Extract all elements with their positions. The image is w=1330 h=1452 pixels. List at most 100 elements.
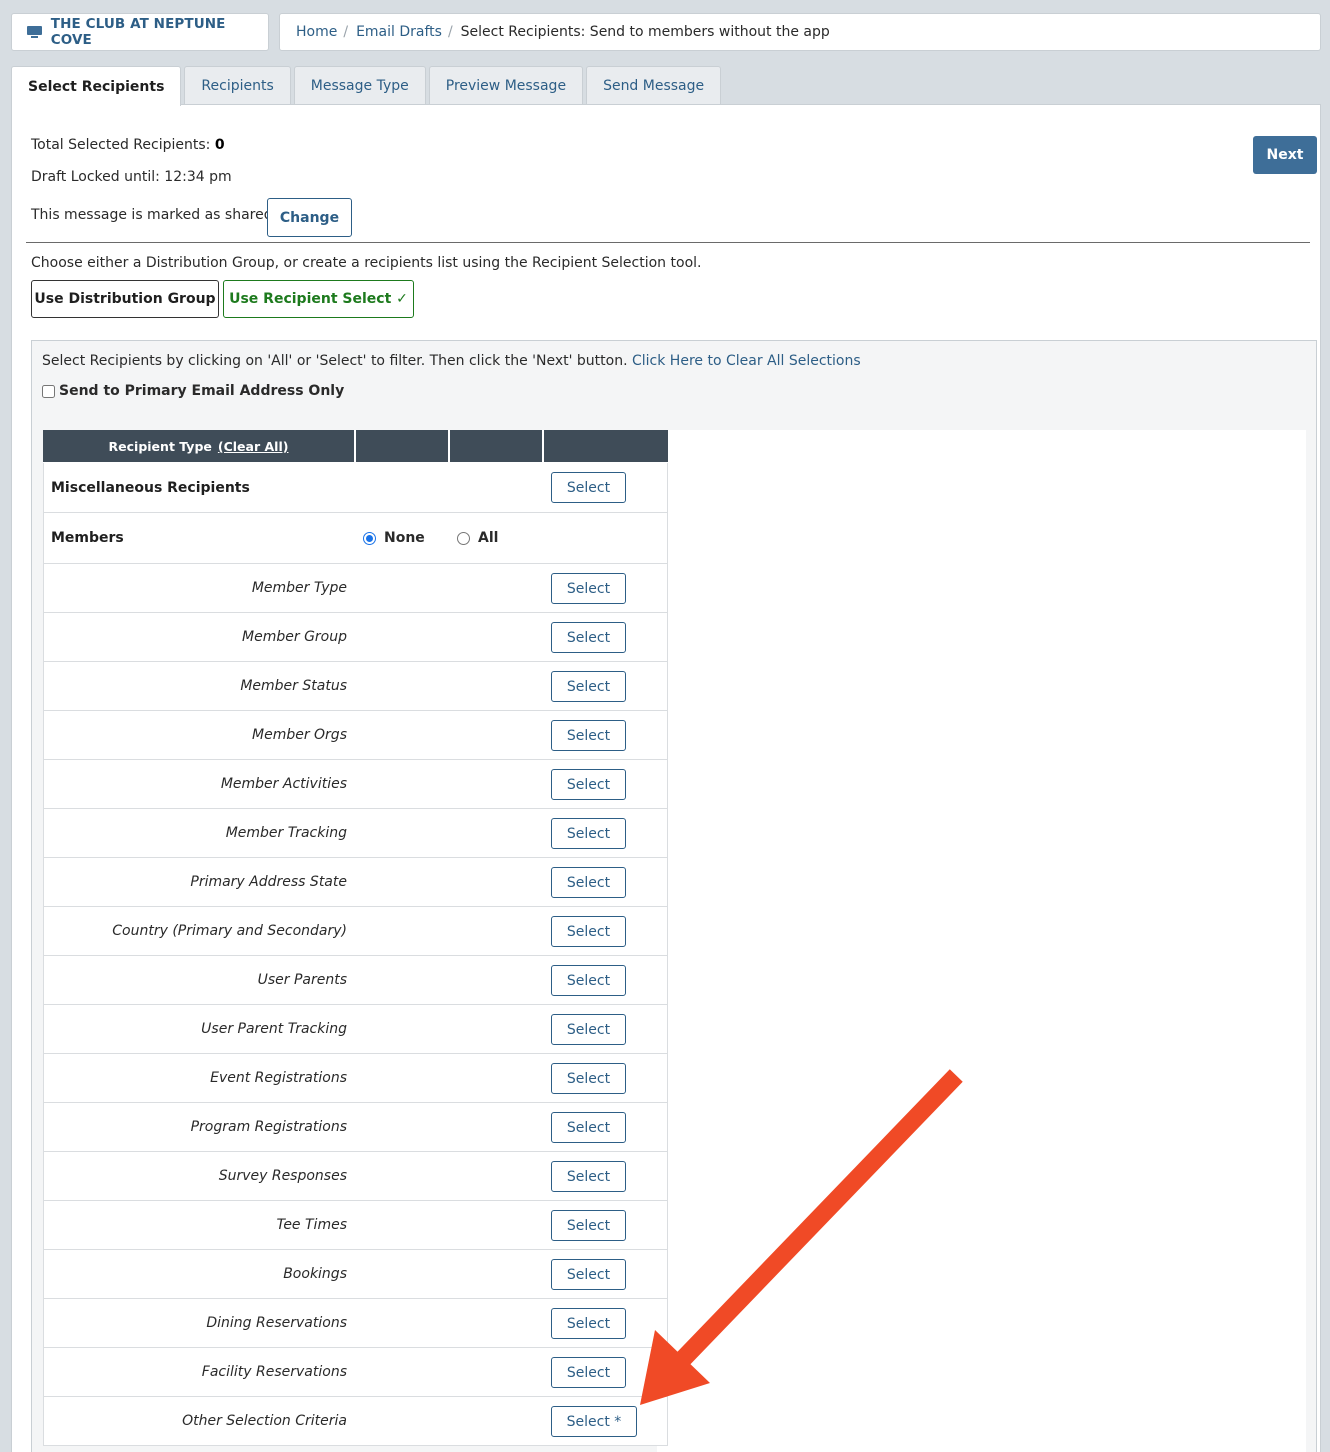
breadcrumb-separator: / xyxy=(343,24,349,40)
members-radio-none[interactable]: None xyxy=(363,513,425,563)
criteria-label: Other Selection Criteria xyxy=(182,1413,347,1429)
criteria-label: User Parents xyxy=(257,972,347,988)
use-recipient-select-button[interactable]: Use Recipient Select ✓ xyxy=(223,280,414,318)
criteria-label: Survey Responses xyxy=(218,1168,347,1184)
breadcrumb: Home / Email Drafts / Select Recipients:… xyxy=(279,13,1321,51)
criteria-label: Program Registrations xyxy=(190,1119,347,1135)
criteria-label: User Parent Tracking xyxy=(201,1021,347,1037)
table-row: Primary Address State Select xyxy=(43,858,668,907)
header-col xyxy=(356,430,450,463)
criteria-select-button[interactable]: Select xyxy=(551,1308,626,1339)
criteria-select-button[interactable]: Select xyxy=(551,1014,626,1045)
header-clear-all-link[interactable]: (Clear All) xyxy=(218,439,289,454)
table-row: Member Orgs Select xyxy=(43,711,668,760)
criteria-label: Tee Times xyxy=(276,1217,348,1233)
table-row: Country (Primary and Secondary) Select xyxy=(43,907,668,956)
criteria-label: Primary Address State xyxy=(190,874,347,890)
radio-icon xyxy=(457,531,470,545)
total-value: 0 xyxy=(214,137,225,153)
monitor-icon xyxy=(27,26,42,38)
table-row: Facility Reservations Select xyxy=(43,1348,668,1397)
table-row: Survey Responses Select xyxy=(43,1152,668,1201)
criteria-select-button[interactable]: Select xyxy=(551,916,626,947)
table-row-misc: Miscellaneous Recipients Select xyxy=(43,463,668,513)
primary-email-checkbox[interactable] xyxy=(42,384,55,398)
tab-message-type[interactable]: Message Type xyxy=(293,66,426,104)
selection-instructions: Select Recipients by clicking on 'All' o… xyxy=(42,353,861,369)
criteria-select-button[interactable]: Select xyxy=(551,1063,626,1094)
brand-link[interactable]: THE CLUB AT NEPTUNE COVE xyxy=(11,13,269,51)
criteria-select-button[interactable]: Select xyxy=(551,1357,626,1388)
misc-recipients-select-button[interactable]: Select xyxy=(551,472,626,503)
table-row: User Parent Tracking Select xyxy=(43,1005,668,1054)
breadcrumb-current: Select Recipients: Send to members witho… xyxy=(460,24,830,40)
other-criteria-select-button[interactable]: Select * xyxy=(551,1406,637,1437)
header-col xyxy=(544,430,668,463)
radio-all-label: All xyxy=(478,530,499,546)
total-recipients: Total Selected Recipients: 0 xyxy=(31,137,225,153)
criteria-label: Event Registrations xyxy=(210,1070,347,1086)
criteria-select-button[interactable]: Select xyxy=(551,867,626,898)
criteria-label: Country (Primary and Secondary) xyxy=(112,923,347,939)
criteria-label: Member Tracking xyxy=(225,825,347,841)
criteria-select-button[interactable]: Select xyxy=(551,622,626,653)
criteria-label: Dining Reservations xyxy=(206,1315,347,1331)
criteria-label: Member Type xyxy=(251,580,347,596)
header-title: Recipient Type xyxy=(108,439,212,454)
use-distribution-group-button[interactable]: Use Distribution Group xyxy=(31,280,219,318)
tab-preview-message[interactable]: Preview Message xyxy=(428,66,584,104)
primary-email-label: Send to Primary Email Address Only xyxy=(59,383,345,399)
table-row: Program Registrations Select xyxy=(43,1103,668,1152)
table-row: Member Type Select xyxy=(43,564,668,613)
change-button[interactable]: Change xyxy=(267,198,352,237)
criteria-select-button[interactable]: Select xyxy=(551,573,626,604)
table-row: Bookings Select xyxy=(43,1250,668,1299)
table-row: Member Group Select xyxy=(43,613,668,662)
tab-send-message[interactable]: Send Message xyxy=(586,66,722,104)
criteria-select-button[interactable]: Select xyxy=(551,965,626,996)
table-row: Other Selection Criteria Select * xyxy=(43,1397,668,1446)
tab-select-recipients[interactable]: Select Recipients xyxy=(11,66,182,106)
brand-name: THE CLUB AT NEPTUNE COVE xyxy=(50,16,226,48)
header-recipient-type: Recipient Type (Clear All) xyxy=(43,430,356,463)
table-row: Dining Reservations Select xyxy=(43,1299,668,1348)
choose-text: Choose either a Distribution Group, or c… xyxy=(31,255,702,271)
table-header: Recipient Type (Clear All) xyxy=(43,430,668,463)
criteria-label: Facility Reservations xyxy=(201,1364,347,1380)
tab-recipients[interactable]: Recipients xyxy=(184,66,291,104)
criteria-select-button[interactable]: Select xyxy=(551,769,626,800)
top-bar: THE CLUB AT NEPTUNE COVE Home / Email Dr… xyxy=(11,13,1321,51)
table-row: Event Registrations Select xyxy=(43,1054,668,1103)
table-row: Tee Times Select xyxy=(43,1201,668,1250)
members-radio-all[interactable]: All xyxy=(457,513,498,563)
criteria-select-button[interactable]: Select xyxy=(551,1259,626,1290)
table-row: Member Status Select xyxy=(43,662,668,711)
breadcrumb-separator: / xyxy=(447,24,453,40)
table-row-members: Members None All xyxy=(43,513,668,564)
criteria-select-button[interactable]: Select xyxy=(551,1112,626,1143)
table-row: User Parents Select xyxy=(43,956,668,1005)
breadcrumb-email-drafts[interactable]: Email Drafts xyxy=(356,24,442,40)
criteria-select-button[interactable]: Select xyxy=(551,818,626,849)
tab-bar: Select Recipients Recipients Message Typ… xyxy=(11,66,724,106)
shared-text: This message is marked as shared. xyxy=(31,207,278,223)
divider xyxy=(26,242,1310,243)
misc-recipients-label: Miscellaneous Recipients xyxy=(51,479,250,496)
criteria-label: Bookings xyxy=(283,1266,347,1282)
draft-locked-text: Draft Locked until: 12:34 pm xyxy=(31,169,232,185)
criteria-select-button[interactable]: Select xyxy=(551,1161,626,1192)
criteria-rows: Member Type Select Member Group Select Membe… xyxy=(43,564,668,1446)
recipient-selection-box: Select Recipients by clicking on 'All' o… xyxy=(31,340,1317,1452)
next-button[interactable]: Next xyxy=(1253,136,1317,174)
criteria-label: Member Orgs xyxy=(252,727,347,743)
clear-all-selections-link[interactable]: Click Here to Clear All Selections xyxy=(632,353,861,369)
members-label: Members xyxy=(51,530,124,546)
criteria-select-button[interactable]: Select xyxy=(551,671,626,702)
criteria-label: Member Status xyxy=(240,678,347,694)
breadcrumb-home[interactable]: Home xyxy=(296,24,337,40)
primary-email-only[interactable]: Send to Primary Email Address Only xyxy=(42,383,344,399)
main-panel: Total Selected Recipients: 0 Draft Locke… xyxy=(11,104,1321,1452)
criteria-select-button[interactable]: Select xyxy=(551,1210,626,1241)
criteria-select-button[interactable]: Select xyxy=(551,720,626,751)
criteria-label: Member Activities xyxy=(220,776,347,792)
